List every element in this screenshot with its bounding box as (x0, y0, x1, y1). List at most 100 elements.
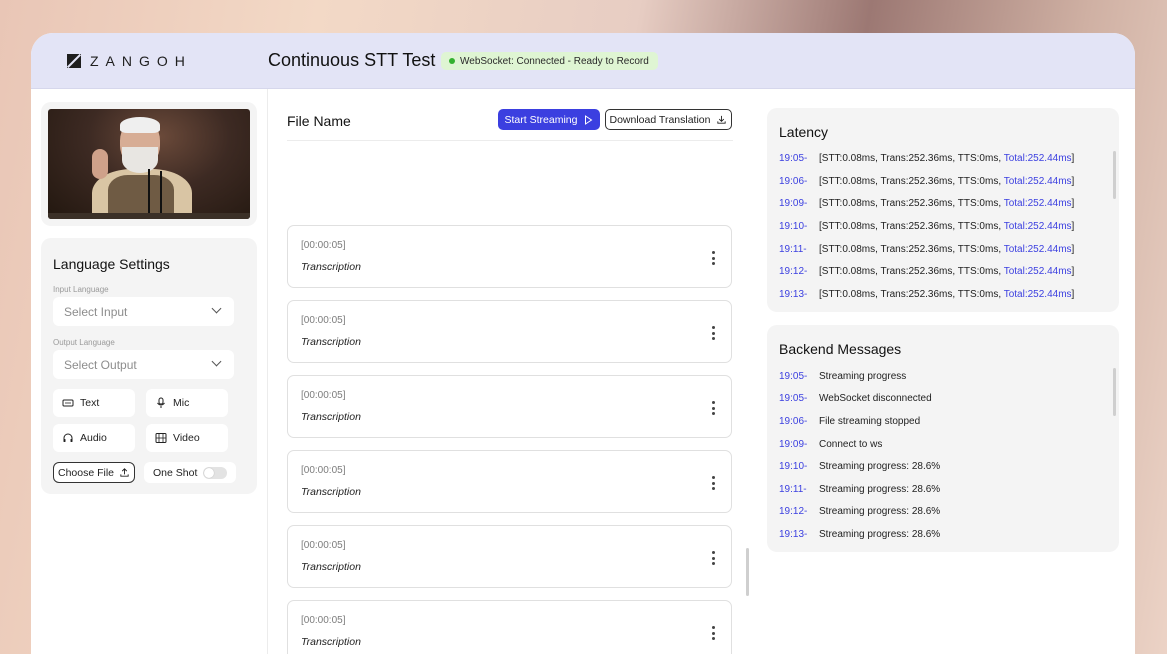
mode-audio-label: Audio (80, 432, 107, 444)
backend-messages-panel: Backend Messages 19:05- Streaming progres… (767, 325, 1119, 552)
log-time: 19:11- (779, 484, 807, 495)
more-options-icon[interactable] (711, 551, 715, 565)
backend-message: Streaming progress: 28.6% (819, 506, 941, 517)
divider (287, 140, 733, 141)
latency-total: Total:252.44ms (1003, 198, 1072, 209)
latency-row: 19:06- [STT:0.08ms, Trans:252.36ms, TTS:0… (779, 176, 1074, 187)
mode-text-button[interactable]: Text (53, 389, 135, 417)
latency-detail: [STT:0.08ms, Trans:252.36ms, TTS:0ms, (819, 221, 1004, 232)
upload-icon (120, 468, 129, 477)
status-dot-icon (449, 58, 455, 64)
log-time: 19:12- (779, 506, 808, 517)
mode-video-label: Video (173, 432, 200, 444)
choose-file-label: Choose File (57, 466, 115, 479)
backend-message-row: 19:05- WebSocket disconnected (779, 393, 932, 404)
chevron-down-icon (211, 303, 222, 314)
mode-video-button[interactable]: Video (146, 424, 228, 452)
latency-total: Total:252.44ms (1003, 176, 1072, 187)
video-preview-image[interactable] (48, 109, 250, 219)
backend-messages-scrollbar[interactable] (1113, 368, 1116, 416)
transcription-card[interactable]: [00:00:05] Transcription (287, 525, 732, 588)
microphone-stand-shape (160, 171, 162, 219)
mode-mic-label: Mic (173, 397, 190, 409)
latency-row: 19:09- [STT:0.08ms, Trans:252.36ms, TTS:0… (779, 198, 1074, 209)
transcription-scrollbar[interactable] (746, 548, 749, 596)
logo-mark-icon (67, 54, 81, 68)
logo-text: ZANGOH (90, 53, 192, 69)
backend-message-row: 19:10- Streaming progress: 28.6% (779, 461, 940, 472)
speaker-hand-shape (92, 149, 108, 179)
input-language-label: Input Language (53, 285, 109, 294)
play-icon (585, 114, 593, 125)
transcription-card[interactable]: [00:00:05] Transcription (287, 450, 732, 513)
more-options-icon[interactable] (711, 626, 715, 640)
download-translation-button[interactable]: Download Translation (605, 109, 732, 130)
latency-row: 19:11- [STT:0.08ms, Trans:252.36ms, TTS:0… (779, 244, 1074, 255)
more-options-icon[interactable] (711, 401, 715, 415)
log-time: 19:05- (779, 371, 808, 382)
latency-row: 19:05- [STT:0.08ms, Trans:252.36ms, TTS:0… (779, 153, 1074, 164)
latency-close: ] (1071, 221, 1075, 232)
log-time: 19:12- (779, 266, 808, 277)
latency-close: ] (1071, 198, 1075, 209)
output-language-select[interactable]: Select Output (53, 350, 234, 379)
keyboard-icon (62, 399, 74, 407)
latency-total: Total:252.44ms (1003, 221, 1072, 232)
backend-message: Streaming progress (819, 371, 907, 382)
more-options-icon[interactable] (711, 326, 715, 340)
latency-close: ] (1071, 289, 1075, 300)
latency-scrollbar[interactable] (1113, 151, 1116, 199)
latency-row: 19:10- [STT:0.08ms, Trans:252.36ms, TTS:0… (779, 221, 1074, 232)
mode-audio-button[interactable]: Audio (53, 424, 135, 452)
status-text: WebSocket: Connected - Ready to Record (460, 55, 649, 67)
transcription-card[interactable]: [00:00:05] Transcription (287, 375, 732, 438)
transcription-text: Transcription (301, 636, 361, 648)
headphones-icon (63, 433, 73, 442)
log-time: 19:09- (779, 198, 808, 209)
log-time: 19:06- (779, 176, 808, 187)
connection-status-badge: WebSocket: Connected - Ready to Record (441, 52, 658, 70)
transcription-timestamp: [00:00:05] (301, 315, 346, 326)
log-time: 19:09- (779, 439, 808, 450)
transcription-card[interactable]: [00:00:05] Transcription (287, 225, 732, 288)
podium-shape (48, 213, 250, 219)
log-time: 19:13- (779, 529, 808, 540)
transcription-text: Transcription (301, 261, 361, 273)
input-language-select[interactable]: Select Input (53, 297, 234, 326)
latency-total: Total:252.44ms (1003, 266, 1072, 277)
log-time: 19:11- (779, 244, 807, 255)
speaker-hair-shape (120, 117, 160, 133)
transcription-card[interactable]: [00:00:05] Transcription (287, 600, 732, 654)
latency-detail: [STT:0.08ms, Trans:252.36ms, TTS:0ms, (819, 266, 1004, 277)
start-streaming-button[interactable]: Start Streaming (498, 109, 600, 130)
transcription-timestamp: [00:00:05] (301, 240, 346, 251)
choose-file-button[interactable]: Choose File (53, 462, 135, 483)
backend-message: Connect to ws (819, 439, 883, 450)
transcription-text: Transcription (301, 561, 361, 573)
log-time: 19:05- (779, 393, 808, 404)
backend-message-row: 19:11- Streaming progress: 28.6% (779, 484, 940, 495)
backend-messages-title: Backend Messages (779, 341, 902, 357)
log-time: 19:10- (779, 461, 808, 472)
latency-close: ] (1071, 153, 1075, 164)
more-options-icon[interactable] (711, 251, 715, 265)
latency-detail: [STT:0.08ms, Trans:252.36ms, TTS:0ms, (819, 289, 1004, 300)
latency-total: Total:252.44ms (1003, 153, 1072, 164)
backend-message: Streaming progress: 28.6% (819, 484, 941, 495)
one-shot-toggle-row: One Shot (144, 462, 236, 483)
transcription-text: Transcription (301, 336, 361, 348)
mode-mic-button[interactable]: Mic (146, 389, 228, 417)
left-sidebar: Language Settings Input Language Select … (31, 89, 268, 654)
log-time: 19:13- (779, 289, 808, 300)
transcription-column: File Name Start Streaming Download Trans… (268, 89, 749, 654)
latency-detail: [STT:0.08ms, Trans:252.36ms, TTS:0ms, (819, 153, 1004, 164)
backend-message-row: 19:13- Streaming progress: 28.6% (779, 529, 940, 540)
one-shot-toggle[interactable] (203, 467, 227, 479)
transcription-card[interactable]: [00:00:05] Transcription (287, 300, 732, 363)
backend-message: WebSocket disconnected (819, 393, 932, 404)
transcription-timestamp: [00:00:05] (301, 390, 346, 401)
more-options-icon[interactable] (711, 476, 715, 490)
backend-message: Streaming progress: 28.6% (819, 461, 941, 472)
backend-message-row: 19:05- Streaming progress (779, 371, 906, 382)
latency-detail: [STT:0.08ms, Trans:252.36ms, TTS:0ms, (819, 176, 1004, 187)
